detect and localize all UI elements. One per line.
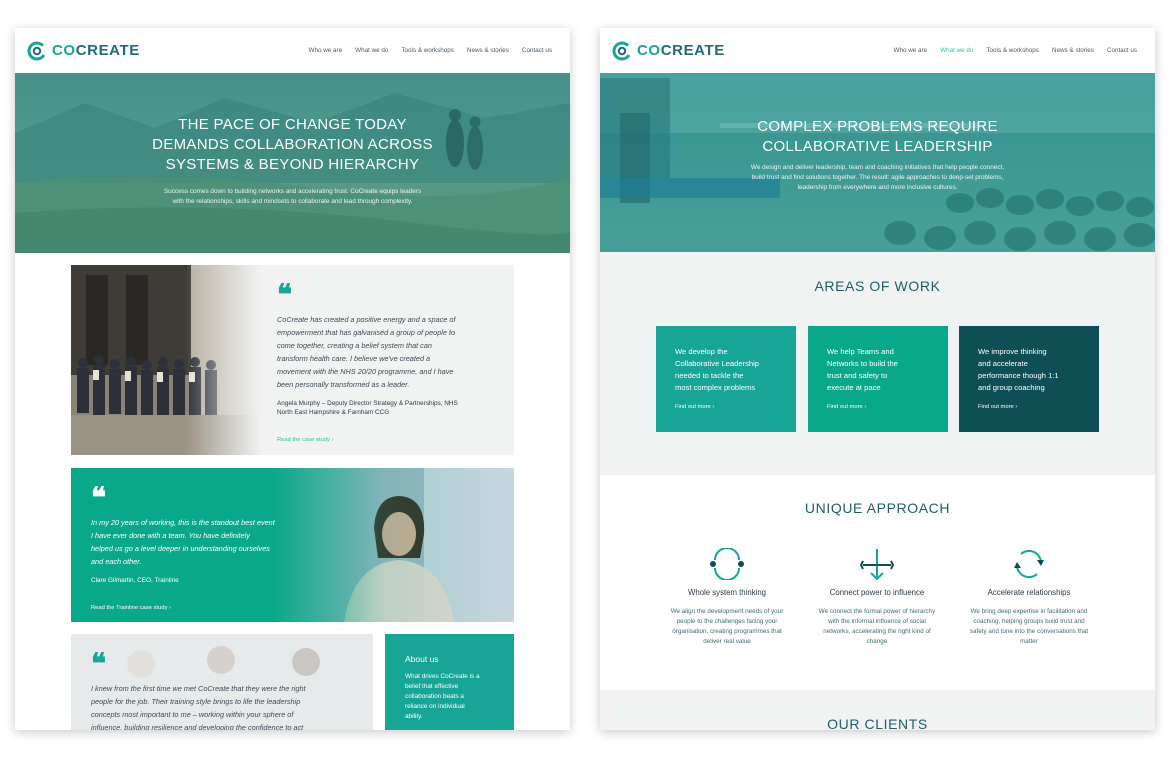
hero-content: THE PACE OF CHANGE TODAY DEMANDS COLLABO… xyxy=(15,115,570,207)
read-trainline-case-study-link[interactable]: Read the Trainline case study › xyxy=(91,605,311,611)
chevron-right-icon: › xyxy=(331,437,334,443)
approach-title-2: Connect power to influence xyxy=(829,588,925,597)
chevron-right-icon: › xyxy=(1015,404,1018,410)
hero-title: THE PACE OF CHANGE TODAY DEMANDS COLLABO… xyxy=(152,116,433,173)
nav-who-we-are[interactable]: Who we are xyxy=(894,47,928,54)
area-text: We improve thinking and accelerate perfo… xyxy=(978,347,1059,392)
cocreate-logo[interactable]: COCREATE xyxy=(27,41,140,61)
nav-news-stories[interactable]: News & stories xyxy=(1052,47,1094,54)
approach-title-3: Accelerate relationships xyxy=(987,588,1071,597)
hero-content: COMPLEX PROBLEMS REQUIRE COLLABORATIVE L… xyxy=(600,117,1155,193)
testimonial-author: Angela Murphy – Deputy Director Strategy… xyxy=(277,400,458,416)
hero-title: COMPLEX PROBLEMS REQUIRE COLLABORATIVE L… xyxy=(757,118,998,155)
area-text: We develop the Collaborative Leadership … xyxy=(675,347,760,392)
hero-banner: THE PACE OF CHANGE TODAY DEMANDS COLLABO… xyxy=(15,73,570,253)
approach-text-2: We connect the formal power of hierarchy… xyxy=(818,608,936,645)
quote-mark-icon: ❝ xyxy=(91,647,107,680)
spin-arrows-icon xyxy=(1011,548,1047,585)
approach-text-3: We bring deep expertise in facilitation … xyxy=(969,608,1089,645)
main-menu: Who we are What we do Tools & workshops … xyxy=(309,47,552,54)
group-photo xyxy=(71,265,261,455)
cocreate-logo-icon xyxy=(27,41,47,60)
our-clients-section: OUR CLIENTS xyxy=(600,690,1155,730)
nav-what-we-do[interactable]: What we do xyxy=(355,47,388,54)
main-menu: Who we are What we do Tools & workshops … xyxy=(894,47,1137,54)
quote-mark-icon: ❝ xyxy=(91,481,107,514)
find-out-more-link[interactable]: Find out more › xyxy=(675,404,777,410)
about-title: About us xyxy=(405,654,439,664)
about-us-card[interactable]: About us What drives CoCreate is a belie… xyxy=(385,634,514,730)
read-case-study-link[interactable]: Read the case study › xyxy=(277,437,492,443)
testimonial-card-3: ❝ I knew from the first time we met CoCr… xyxy=(71,634,373,730)
quote-mark-icon: ❝ xyxy=(277,278,293,311)
testimonial-card-trainline: ❝ In my 20 years of working, this is the… xyxy=(71,468,514,622)
area-card-leadership[interactable]: We develop the Collaborative Leadership … xyxy=(656,326,796,432)
nav-tools-workshops[interactable]: Tools & workshops xyxy=(401,47,454,54)
cycle-icon xyxy=(709,548,745,585)
nav-contact-us[interactable]: Contact us xyxy=(522,47,552,54)
testimonial-quote: In my 20 years of working, this is the s… xyxy=(91,518,275,566)
find-out-more-link[interactable]: Find out more › xyxy=(978,404,1080,410)
testimonial-quote: CoCreate has created a positive energy a… xyxy=(277,315,456,389)
nav-what-we-do[interactable]: What we do xyxy=(940,47,973,54)
testimonial-quote: I knew from the first time we met CoCrea… xyxy=(91,684,306,730)
area-card-teams[interactable]: We help Teams and Networks to build the … xyxy=(808,326,948,432)
nav-news-stories[interactable]: News & stories xyxy=(467,47,509,54)
area-card-coaching[interactable]: We improve thinking and accelerate perfo… xyxy=(959,326,1099,432)
approach-title-1: Whole system thinking xyxy=(688,588,766,597)
find-out-more-link[interactable]: Find out more › xyxy=(827,404,929,410)
chevron-right-icon: › xyxy=(712,404,715,410)
chevron-right-icon: › xyxy=(169,605,171,611)
hero-subtitle: We design and deliver leadership, team a… xyxy=(750,164,1005,191)
about-text: What drives CoCreate is a belief that ef… xyxy=(405,673,480,720)
cocreate-logo[interactable]: COCREATE xyxy=(612,41,725,61)
nav-who-we-are[interactable]: Who we are xyxy=(309,47,343,54)
approach-whole-system: Whole system thinking We align the devel… xyxy=(652,588,802,647)
area-text: We help Teams and Networks to build the … xyxy=(827,347,898,392)
logo-wordmark: COCREATE xyxy=(52,42,140,59)
connect-arrows-icon xyxy=(859,547,895,586)
approach-title: UNIQUE APPROACH xyxy=(804,500,951,516)
approach-text-1: We align the development needs of your p… xyxy=(670,608,784,645)
areas-title: AREAS OF WORK xyxy=(814,278,941,294)
logo-wordmark: COCREATE xyxy=(637,42,725,59)
clients-title: OUR CLIENTS xyxy=(827,716,928,730)
approach-accelerate: Accelerate relationships We bring deep e… xyxy=(954,588,1104,647)
approach-connect-power: Connect power to influence We connect th… xyxy=(802,588,952,647)
nav-contact-us[interactable]: Contact us xyxy=(1107,47,1137,54)
hero-subtitle: Success comes down to building networks … xyxy=(163,188,422,205)
cocreate-logo-icon xyxy=(612,41,632,60)
testimonial-author: Clare Gilmartin, CEO, Trainline xyxy=(91,577,179,584)
nav-tools-workshops[interactable]: Tools & workshops xyxy=(986,47,1039,54)
what-we-do-screenshot: COCREATE Who we are What we do Tools & w… xyxy=(600,28,1155,730)
hero-banner: COMPLEX PROBLEMS REQUIRE COLLABORATIVE L… xyxy=(600,73,1155,252)
chevron-right-icon: › xyxy=(864,404,867,410)
homepage-screenshot: COCREATE Who we are What we do Tools & w… xyxy=(15,28,570,730)
top-nav: COCREATE Who we are What we do Tools & w… xyxy=(15,28,570,73)
testimonial-card-nhs: ❝ CoCreate has created a positive energy… xyxy=(71,265,514,455)
top-nav: COCREATE Who we are What we do Tools & w… xyxy=(600,28,1155,73)
